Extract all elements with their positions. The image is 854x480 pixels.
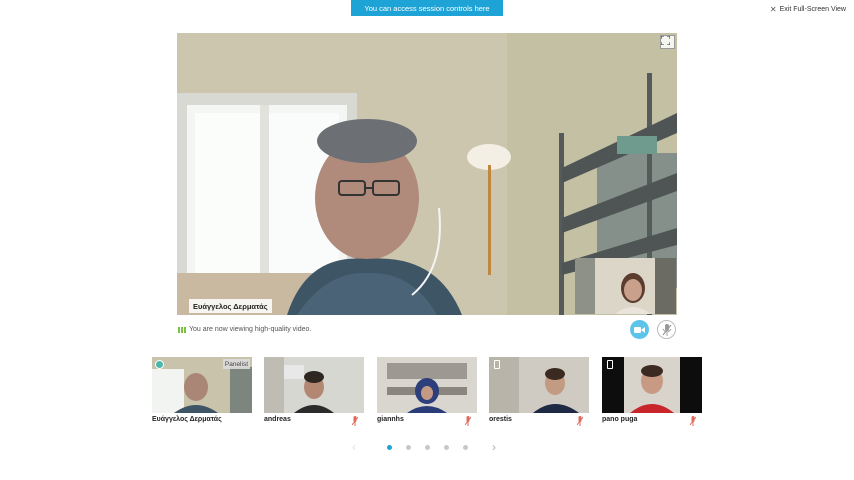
participant-name: pano puga xyxy=(602,416,638,423)
session-controls-banner-text: You can access session controls here xyxy=(364,3,490,13)
session-controls-banner[interactable]: You can access session controls here xyxy=(351,0,503,16)
participant-name: giannhs xyxy=(377,416,404,423)
main-video-feed[interactable]: Ευάγγελος Δερματάς xyxy=(177,33,677,315)
video-quality-status: You are now viewing high-quality video. xyxy=(178,324,311,335)
participant-tile[interactable]: pano puga xyxy=(602,357,702,429)
page-dot[interactable] xyxy=(425,445,430,450)
participant-video xyxy=(264,357,364,413)
phone-icon xyxy=(607,360,613,369)
mic-muted-icon xyxy=(465,416,471,426)
signal-bars-icon xyxy=(178,326,186,333)
participant-tile[interactable]: andreas xyxy=(264,357,364,429)
participant-thumbnails: Panelist Ευάγγελος Δερματάς andreas gian… xyxy=(152,357,704,429)
panelist-badge: Panelist xyxy=(222,359,250,369)
expand-video-button[interactable] xyxy=(660,35,675,49)
participant-tile[interactable]: orestis xyxy=(489,357,589,429)
status-indicator-icon xyxy=(155,360,164,369)
self-view-image xyxy=(575,258,676,314)
mic-muted-icon xyxy=(577,416,583,426)
close-icon: ✕ xyxy=(769,5,777,14)
expand-icon xyxy=(661,36,670,45)
mic-muted-icon xyxy=(352,416,358,426)
participant-name: orestis xyxy=(489,416,512,423)
participant-video xyxy=(377,357,477,413)
participant-video: Panelist xyxy=(152,357,252,413)
mic-muted-icon xyxy=(690,416,696,426)
participant-video xyxy=(489,357,589,413)
self-view-video[interactable] xyxy=(575,258,676,314)
participant-tile[interactable]: giannhs xyxy=(377,357,477,429)
exit-fullscreen-label: Exit Full-Screen View xyxy=(779,6,846,13)
participant-name: Ευάγγελος Δερματάς xyxy=(152,416,222,423)
phone-icon xyxy=(494,360,500,369)
exit-fullscreen-button[interactable]: ✕ Exit Full-Screen View xyxy=(767,4,848,15)
speaker-name-label: Ευάγγελος Δερματάς xyxy=(189,299,272,313)
participant-tile[interactable]: Panelist Ευάγγελος Δερματάς xyxy=(152,357,252,429)
page-dot[interactable] xyxy=(444,445,449,450)
page-dot[interactable] xyxy=(463,445,468,450)
video-quality-text: You are now viewing high-quality video. xyxy=(189,326,312,333)
page-dot[interactable] xyxy=(387,445,392,450)
camera-icon xyxy=(634,326,645,333)
mic-muted-icon xyxy=(662,323,671,336)
video-conference-view: You can access session controls here ✕ E… xyxy=(0,0,854,480)
participant-video xyxy=(602,357,702,413)
microphone-toggle-button[interactable] xyxy=(657,320,676,339)
previous-page-button[interactable]: ‹ xyxy=(352,440,356,454)
page-dot[interactable] xyxy=(406,445,411,450)
participant-name: andreas xyxy=(264,416,291,423)
next-page-button[interactable]: › xyxy=(492,440,496,454)
camera-toggle-button[interactable] xyxy=(630,320,649,339)
thumbnail-pagination: ‹ › xyxy=(352,440,502,454)
